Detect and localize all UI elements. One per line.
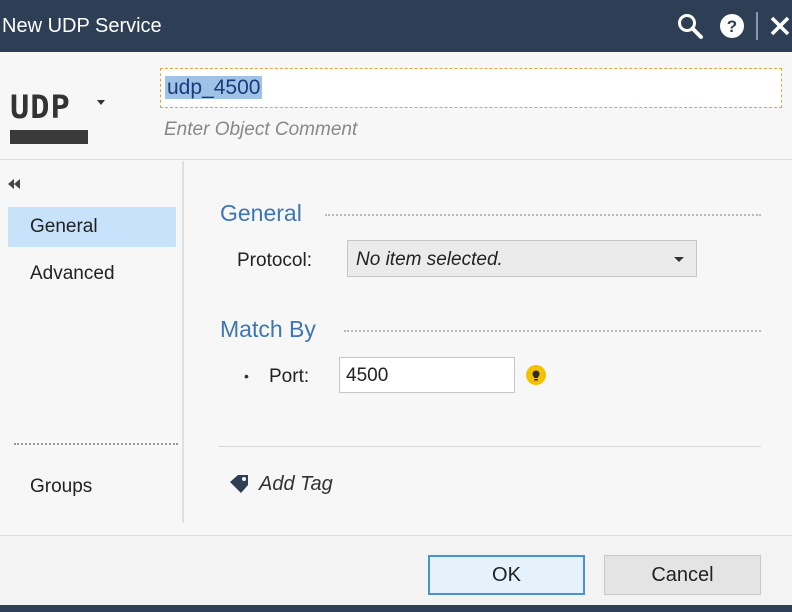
section-divider bbox=[325, 214, 761, 216]
svg-text:?: ? bbox=[727, 17, 737, 36]
object-type-label[interactable]: UDP bbox=[10, 88, 71, 126]
window-title: New UDP Service bbox=[2, 15, 162, 37]
title-bar-separator bbox=[756, 12, 758, 40]
title-bar: New UDP Service ? bbox=[0, 0, 792, 52]
object-name-value: udp_4500 bbox=[165, 76, 263, 99]
object-header: UDP udp_4500 Enter Object Comment bbox=[0, 52, 792, 160]
close-icon[interactable] bbox=[766, 12, 792, 40]
protocol-label: Protocol: bbox=[237, 250, 312, 271]
object-name-input[interactable]: udp_4500 bbox=[160, 68, 782, 108]
help-icon[interactable]: ? bbox=[718, 12, 746, 40]
cancel-button[interactable]: Cancel bbox=[604, 555, 761, 595]
add-tag-link[interactable]: Add Tag bbox=[259, 473, 333, 496]
collapse-icon[interactable] bbox=[8, 179, 20, 192]
new-udp-service-dialog: New UDP Service ? UDP udp_4500 Enter Obj… bbox=[0, 0, 792, 612]
tag-icon[interactable] bbox=[229, 474, 251, 494]
ok-button[interactable]: OK bbox=[428, 555, 585, 595]
protocol-select[interactable]: No item selected. bbox=[347, 240, 697, 277]
chevron-down-icon[interactable] bbox=[97, 100, 105, 105]
port-label: Port: bbox=[269, 366, 310, 387]
sidebar-item-groups[interactable]: Groups bbox=[8, 467, 176, 507]
section-title-general: General bbox=[220, 200, 302, 226]
sidebar: General Advanced Groups bbox=[0, 161, 184, 523]
protocol-select-value: No item selected. bbox=[356, 249, 503, 270]
section-divider bbox=[344, 330, 761, 332]
lightbulb-icon[interactable] bbox=[525, 364, 547, 388]
sidebar-divider bbox=[14, 443, 178, 445]
chevron-down-icon bbox=[674, 257, 684, 262]
sidebar-item-advanced[interactable]: Advanced bbox=[8, 254, 176, 294]
dialog-footer: OK Cancel bbox=[0, 535, 792, 612]
search-icon[interactable] bbox=[676, 12, 704, 40]
object-comment-field[interactable]: Enter Object Comment bbox=[164, 119, 357, 141]
bullet-icon: • bbox=[244, 368, 249, 384]
sidebar-item-general[interactable]: General bbox=[8, 207, 176, 247]
section-title-match-by: Match By bbox=[220, 316, 316, 342]
port-input[interactable]: 4500 bbox=[339, 357, 515, 393]
window-bottom-edge bbox=[0, 605, 792, 612]
object-type-color-bar bbox=[10, 130, 88, 144]
content-divider bbox=[219, 446, 761, 447]
